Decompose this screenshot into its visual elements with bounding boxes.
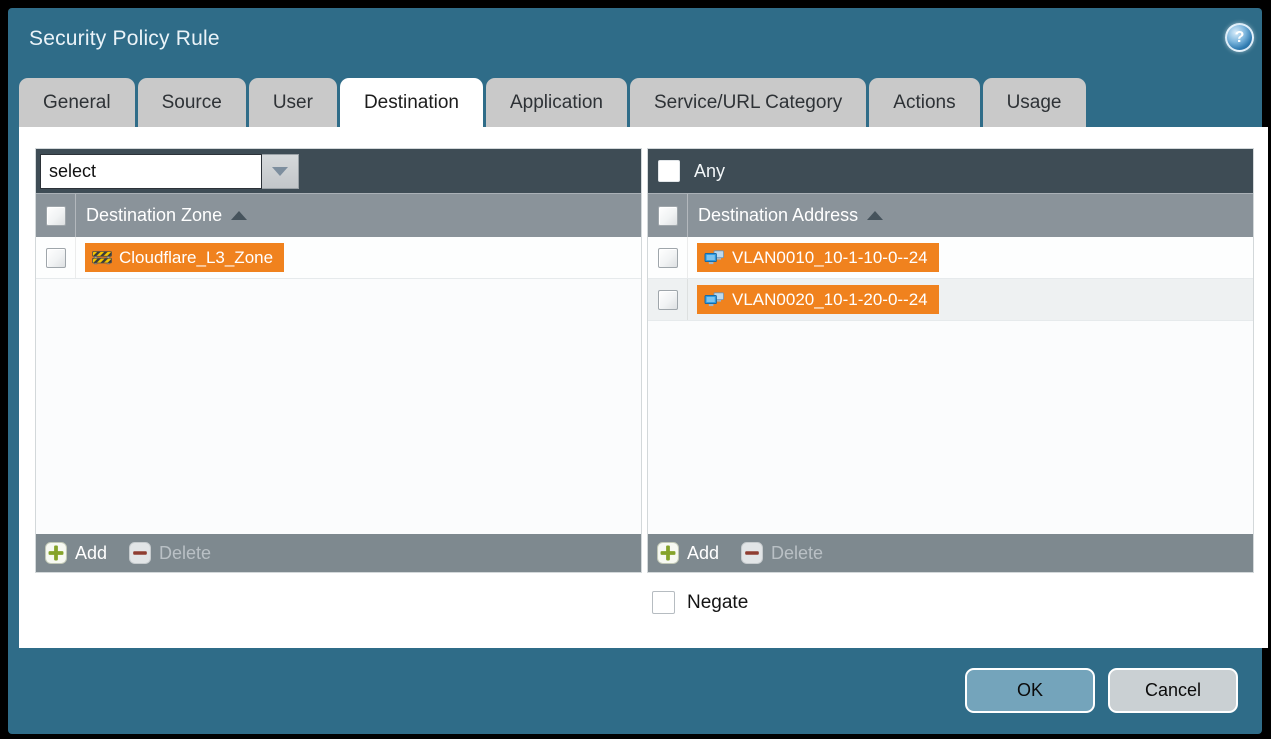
tab-content-destination: Destination Zone: [19, 127, 1268, 648]
zone-select-combobox: [40, 154, 299, 189]
add-button-label: Add: [75, 543, 107, 564]
zone-header-checkbox-cell: [36, 194, 76, 237]
any-label: Any: [694, 161, 725, 182]
tab-general[interactable]: General: [19, 78, 135, 127]
ok-button[interactable]: OK: [965, 668, 1095, 713]
delete-button: Delete: [741, 542, 823, 564]
zone-select-input[interactable]: [40, 154, 262, 189]
add-button[interactable]: Add: [657, 542, 719, 564]
table-row: Cloudflare_L3_Zone: [36, 237, 641, 279]
add-button[interactable]: Add: [45, 542, 107, 564]
zone-select-all-checkbox[interactable]: [46, 206, 66, 226]
sort-ascending-icon: [231, 211, 247, 220]
address-row-checkbox[interactable]: [658, 290, 678, 310]
address-column-label: Destination Address: [698, 205, 858, 226]
zone-item-label: Cloudflare_L3_Zone: [119, 248, 273, 268]
screen: Security Policy Rule ? General Source Us…: [0, 0, 1271, 739]
address-item-label: VLAN0020_10-1-20-0--24: [732, 290, 928, 310]
table-row: VLAN0020_10-1-20-0--24: [648, 279, 1253, 321]
zone-column-header: Destination Zone: [36, 193, 641, 237]
any-bar: Any: [648, 149, 1253, 193]
zone-select-dropdown-button[interactable]: [262, 154, 299, 189]
help-icon[interactable]: ?: [1225, 23, 1254, 52]
row-checkbox-cell: [36, 237, 76, 278]
address-item[interactable]: VLAN0020_10-1-20-0--24: [697, 285, 939, 314]
address-item[interactable]: VLAN0010_10-1-10-0--24: [697, 243, 939, 272]
sort-ascending-icon: [867, 211, 883, 220]
zone-toolbar: Add Delete: [36, 534, 641, 572]
delete-button-label: Delete: [159, 543, 211, 564]
address-icon: [704, 292, 725, 307]
address-list: VLAN0010_10-1-10-0--24: [648, 237, 1253, 534]
add-icon: [657, 542, 679, 564]
zone-row-checkbox[interactable]: [46, 248, 66, 268]
tab-user[interactable]: User: [249, 78, 337, 127]
tab-bar: General Source User Destination Applicat…: [19, 78, 1086, 127]
security-policy-rule-dialog: Security Policy Rule ? General Source Us…: [8, 8, 1262, 734]
tab-application[interactable]: Application: [486, 78, 627, 127]
add-button-label: Add: [687, 543, 719, 564]
table-row: VLAN0010_10-1-10-0--24: [648, 237, 1253, 279]
chevron-down-icon: [272, 167, 288, 176]
address-select-all-checkbox[interactable]: [658, 206, 678, 226]
tab-service-url-category[interactable]: Service/URL Category: [630, 78, 866, 127]
delete-button: Delete: [129, 542, 211, 564]
tab-actions[interactable]: Actions: [869, 78, 979, 127]
negate-checkbox[interactable]: [652, 591, 675, 614]
delete-icon: [129, 542, 151, 564]
delete-button-label: Delete: [771, 543, 823, 564]
zone-column-title[interactable]: Destination Zone: [86, 205, 247, 226]
zone-icon: [92, 250, 112, 265]
any-checkbox[interactable]: [658, 160, 680, 182]
address-item-label: VLAN0010_10-1-10-0--24: [732, 248, 928, 268]
address-row-checkbox[interactable]: [658, 248, 678, 268]
address-column-title[interactable]: Destination Address: [698, 205, 883, 226]
destination-address-panel: Any Destination Address: [647, 148, 1254, 573]
zone-list: Cloudflare_L3_Zone: [36, 237, 641, 534]
row-checkbox-cell: [648, 237, 688, 278]
negate-label: Negate: [687, 592, 748, 614]
address-icon: [704, 250, 725, 265]
dialog-title: Security Policy Rule: [29, 27, 220, 51]
row-checkbox-cell: [648, 279, 688, 320]
zone-column-label: Destination Zone: [86, 205, 222, 226]
address-header-checkbox-cell: [648, 194, 688, 237]
destination-zone-panel: Destination Zone: [35, 148, 642, 573]
tab-destination[interactable]: Destination: [340, 78, 483, 127]
delete-icon: [741, 542, 763, 564]
tab-usage[interactable]: Usage: [983, 78, 1086, 127]
address-toolbar: Add Delete: [648, 534, 1253, 572]
add-icon: [45, 542, 67, 564]
zone-item[interactable]: Cloudflare_L3_Zone: [85, 243, 284, 272]
zone-filter-bar: [36, 149, 641, 193]
cancel-button[interactable]: Cancel: [1108, 668, 1238, 713]
address-column-header: Destination Address: [648, 193, 1253, 237]
negate-option: Negate: [652, 591, 748, 614]
tab-source[interactable]: Source: [138, 78, 246, 127]
